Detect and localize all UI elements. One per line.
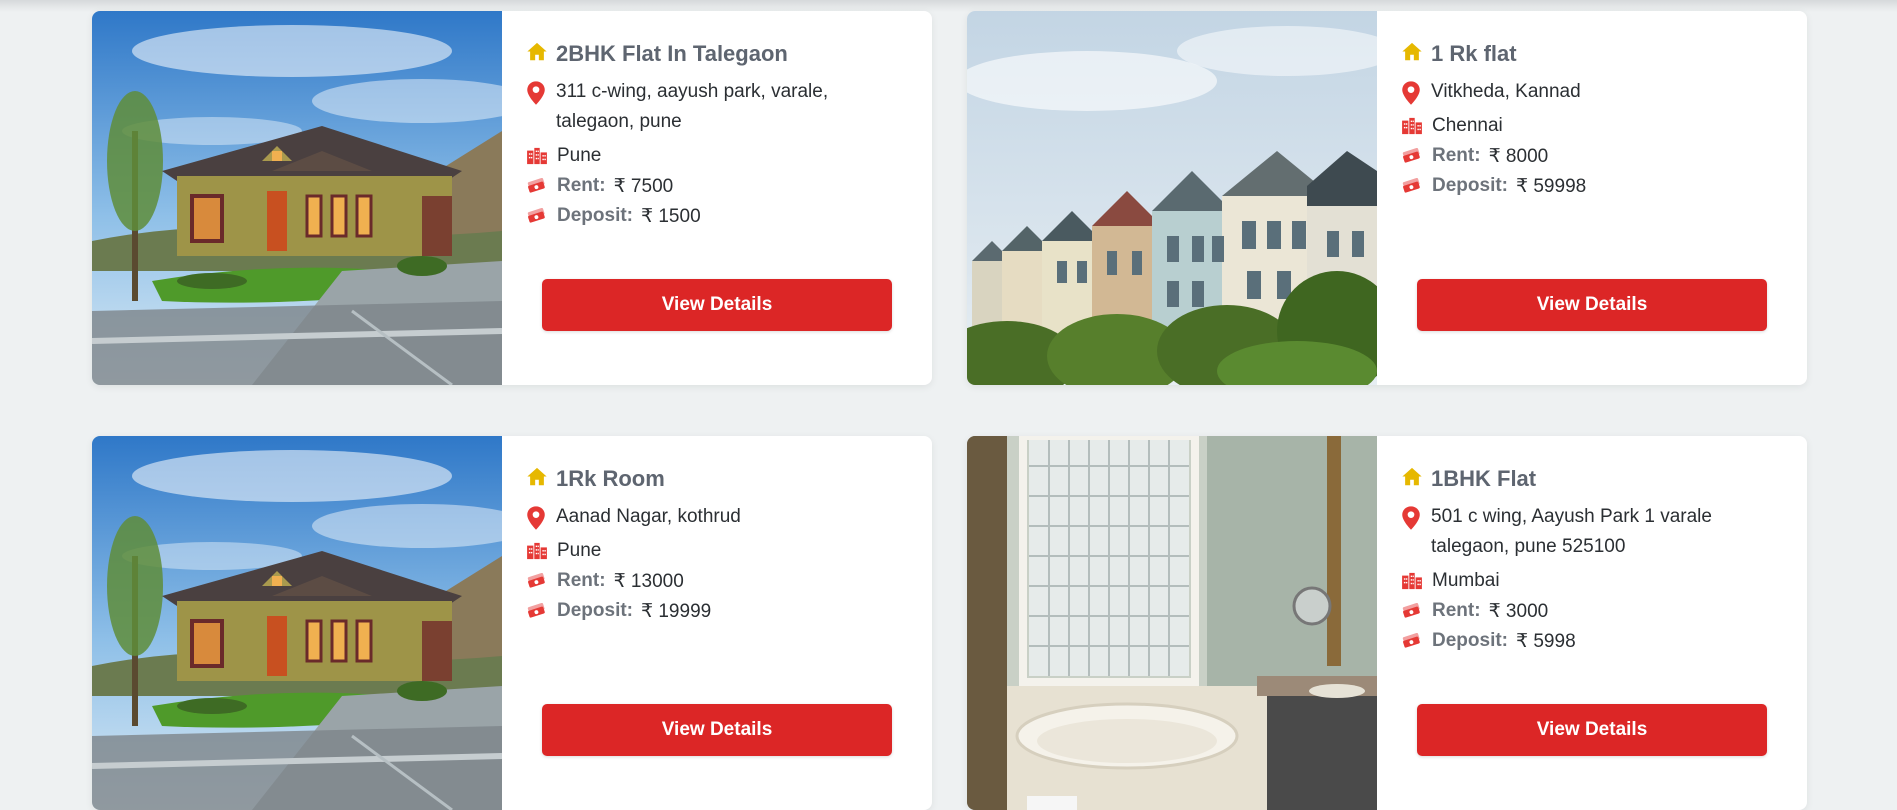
listing-photo[interactable] <box>92 436 502 810</box>
city-buildings-icon <box>1401 117 1423 135</box>
deposit-label: Deposit: <box>1432 630 1508 651</box>
listing-card: 1BHK Flat 501 c wing, Aayush Park 1 vara… <box>967 436 1807 810</box>
map-pin-icon <box>526 80 546 106</box>
map-pin-icon <box>1401 80 1421 106</box>
listing-title: 1BHK Flat <box>1431 466 1537 491</box>
money-bills-icon <box>526 603 548 619</box>
deposit-label: Deposit: <box>557 600 633 621</box>
listing-card: 2BHK Flat In Talegaon 311 c-wing, aayush… <box>92 11 932 385</box>
listing-city: Pune <box>557 145 602 166</box>
money-bills-icon <box>526 573 548 589</box>
money-bills-icon <box>526 178 548 194</box>
home-icon <box>526 464 548 490</box>
rent-value: ₹ 7500 <box>613 175 674 197</box>
city-buildings-icon <box>526 147 548 165</box>
listing-city: Mumbai <box>1432 570 1500 591</box>
listing-address: 311 c-wing, aayush park, varale, talegao… <box>556 81 829 132</box>
deposit-label: Deposit: <box>1432 175 1508 196</box>
money-bills-icon <box>526 208 548 224</box>
rent-label: Rent: <box>1432 600 1481 621</box>
view-details-button[interactable]: View Details <box>1417 279 1767 331</box>
deposit-value: ₹ 5998 <box>1516 630 1576 652</box>
view-details-button[interactable]: View Details <box>542 704 892 756</box>
deposit-label: Deposit: <box>557 205 633 226</box>
listing-city: Pune <box>557 540 602 561</box>
rent-label: Rent: <box>1432 145 1481 166</box>
rent-value: ₹ 13000 <box>613 570 684 592</box>
money-bills-icon <box>1401 178 1423 194</box>
money-bills-icon <box>1401 148 1423 164</box>
rent-value: ₹ 3000 <box>1488 600 1549 622</box>
rent-label: Rent: <box>557 570 606 591</box>
deposit-value: ₹ 59998 <box>1516 175 1587 197</box>
home-icon <box>526 39 548 65</box>
view-details-button[interactable]: View Details <box>1417 704 1767 756</box>
money-bills-icon <box>1401 633 1423 649</box>
city-buildings-icon <box>526 542 548 560</box>
listing-photo[interactable] <box>967 436 1377 810</box>
listing-title: 1Rk Room <box>556 466 665 491</box>
home-icon <box>1401 464 1423 490</box>
city-buildings-icon <box>1401 572 1423 590</box>
listing-title: 2BHK Flat In Talegaon <box>556 41 788 66</box>
money-bills-icon <box>1401 603 1423 619</box>
deposit-value: ₹ 1500 <box>641 205 701 227</box>
view-details-button[interactable]: View Details <box>542 279 892 331</box>
home-icon <box>1401 39 1423 65</box>
listing-photo[interactable] <box>92 11 502 385</box>
rent-label: Rent: <box>557 175 606 196</box>
listing-address: Aanad Nagar, kothrud <box>556 506 741 527</box>
listing-city: Chennai <box>1432 115 1503 136</box>
rent-value: ₹ 8000 <box>1488 145 1549 167</box>
listing-card: 1Rk Room Aanad Nagar, kothrud Pune Rent:… <box>92 436 932 810</box>
listing-address: 501 c wing, Aayush Park 1 varale talegao… <box>1431 506 1712 557</box>
listing-card: 1 Rk flat Vitkheda, Kannad Chennai Rent:… <box>967 11 1807 385</box>
map-pin-icon <box>526 505 546 531</box>
listing-title: 1 Rk flat <box>1431 41 1517 66</box>
map-pin-icon <box>1401 505 1421 531</box>
listing-address: Vitkheda, Kannad <box>1431 81 1581 102</box>
listing-photo[interactable] <box>967 11 1377 385</box>
deposit-value: ₹ 19999 <box>641 600 712 622</box>
